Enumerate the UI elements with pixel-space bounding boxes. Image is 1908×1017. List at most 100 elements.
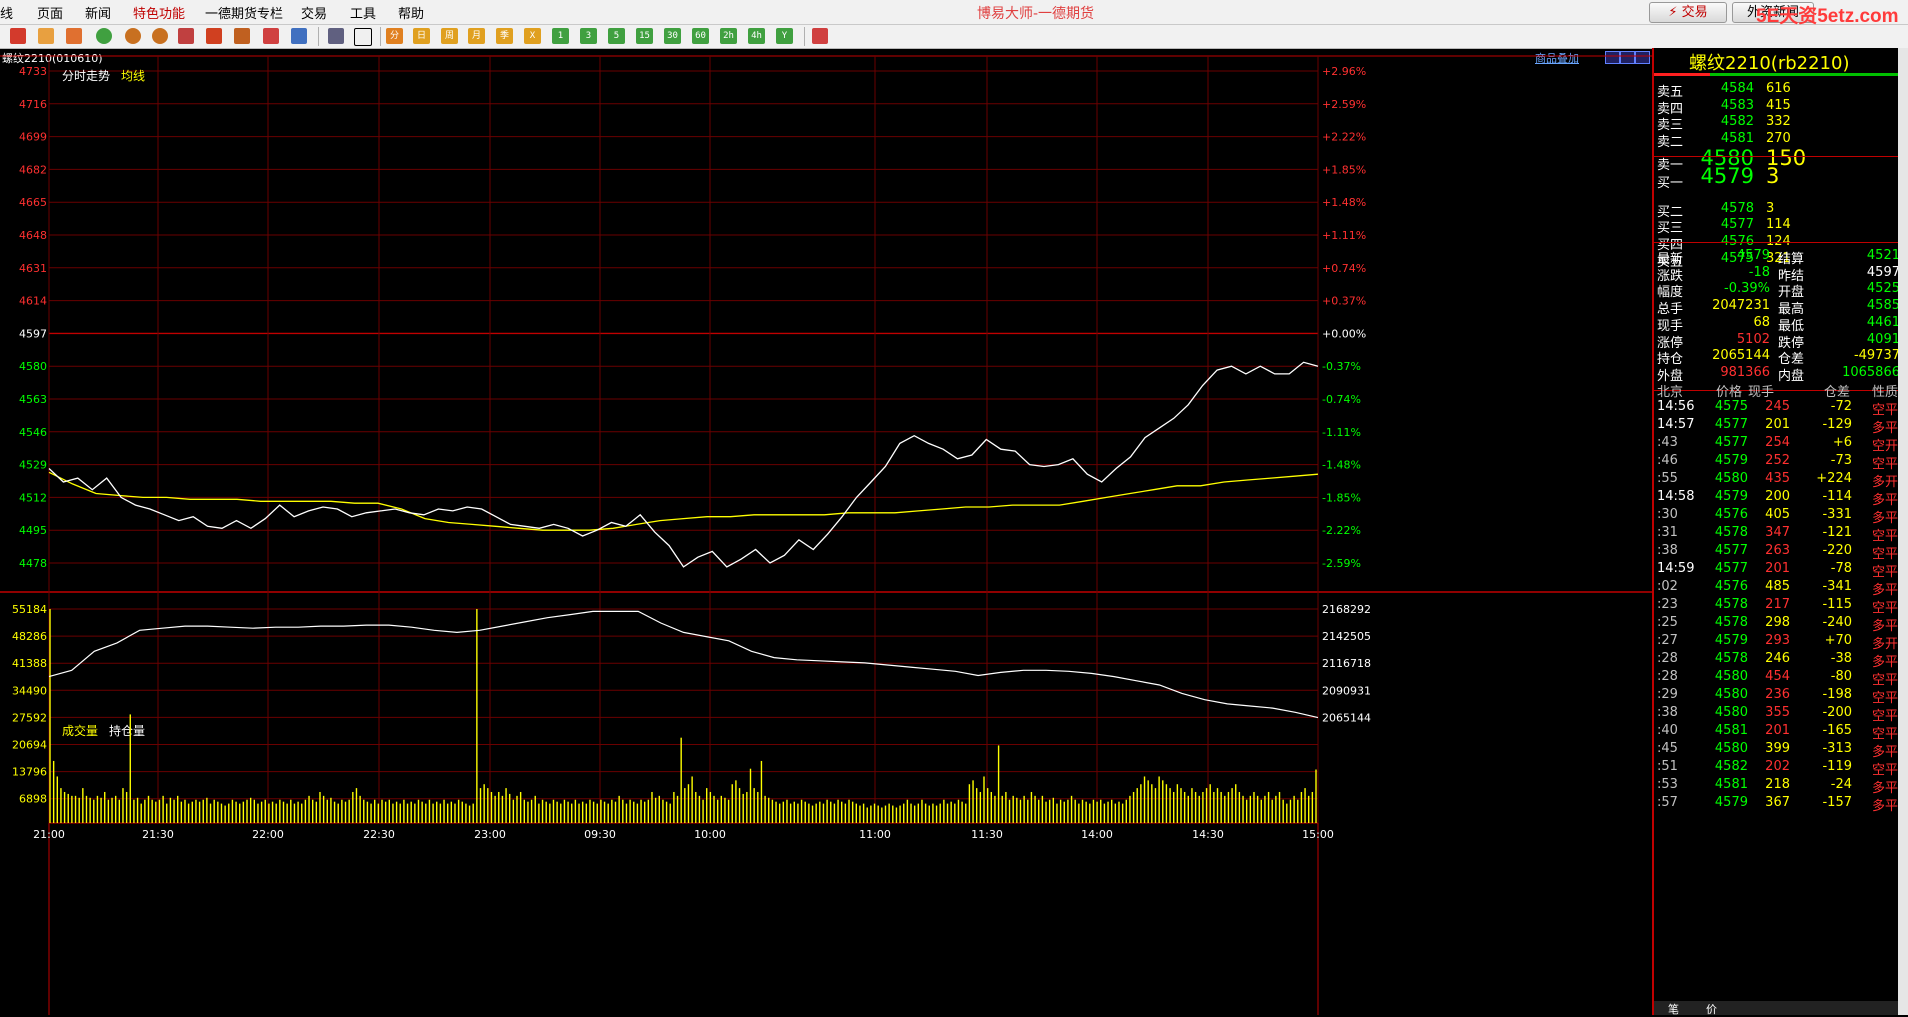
tick-price: 4576: [1714, 579, 1748, 594]
tick-nature: 多平: [1872, 421, 1899, 436]
price-tick-label: 4512: [19, 491, 47, 504]
side-tabs[interactable]: [1898, 48, 1908, 1015]
trend-chart-icon[interactable]: [354, 28, 372, 46]
brush-icon[interactable]: [234, 28, 250, 44]
pct-tick-label: -2.22%: [1322, 524, 1361, 537]
tick-nature: 空平: [1872, 691, 1899, 706]
period-week-icon[interactable]: 周: [441, 28, 458, 44]
period-15min-icon[interactable]: 15: [636, 28, 653, 44]
period-year-icon[interactable]: X: [524, 28, 541, 44]
tick-vol: 202: [1765, 759, 1790, 774]
filter-icon[interactable]: [263, 28, 279, 44]
page-icon[interactable]: [38, 28, 54, 44]
price-tick-label: 4580: [19, 360, 47, 373]
tick-price: 4578: [1714, 525, 1748, 540]
tick-nature: 空开: [1872, 439, 1899, 454]
tick-nature: 空平: [1872, 565, 1899, 580]
trade-button[interactable]: ⚡ 交易: [1649, 2, 1727, 23]
tick-time: :53: [1657, 777, 1678, 792]
zoom-in-icon[interactable]: [125, 28, 141, 44]
stat-value: 4525: [1866, 281, 1900, 297]
tick-vol: 485: [1765, 579, 1790, 594]
tick-price: 4577: [1714, 435, 1748, 450]
tick-price: 4580: [1714, 471, 1748, 486]
bid-vol: 3: [1766, 164, 1780, 188]
axis-labels: 4733 +2.96% 4716 +2.59% 4699 +2.22% 4682 +1.85%…: [12, 65, 1371, 841]
period-custom-icon[interactable]: Y: [776, 28, 793, 44]
tick-vol: 293: [1765, 633, 1790, 648]
tick-price: 4580: [1714, 705, 1748, 720]
menu-item-page[interactable]: 页面: [37, 3, 63, 22]
period-tick-icon[interactable]: 分: [386, 28, 403, 44]
stat-value: 4585: [1866, 298, 1900, 314]
menu-item-tools[interactable]: 工具: [350, 3, 376, 22]
period-day-icon[interactable]: 日: [413, 28, 430, 44]
intraday-chart[interactable]: 4733 +2.96% 4716 +2.59% 4699 +2.22% 4682 +1.85%…: [0, 48, 1652, 1015]
quote-panel: 螺纹2210(rb2210) 卖五 4584 616 卖四 4583 415 卖三 4582 3…: [1652, 48, 1908, 1016]
price-tick-label: 4699: [19, 131, 47, 144]
price-tick-label: 4665: [19, 196, 47, 209]
vol-tick-label: 27592: [12, 711, 47, 724]
period-3min-icon[interactable]: 3: [580, 28, 597, 44]
oi-tick-label: 2090931: [1322, 684, 1371, 697]
stat-value: -0.39%: [1724, 281, 1770, 297]
period-30min-icon[interactable]: 30: [664, 28, 681, 44]
tick-nature: 多平: [1872, 745, 1899, 760]
menu-item-help[interactable]: 帮助: [398, 3, 424, 22]
quote-title: 螺纹2210(rb2210): [1689, 53, 1850, 74]
menu-item-trade[interactable]: 交易: [301, 3, 327, 22]
window-icon[interactable]: [178, 28, 194, 44]
period-5min-icon[interactable]: 5: [608, 28, 625, 44]
tick-vol: 201: [1765, 723, 1790, 738]
tick-nature: 多开: [1872, 475, 1899, 490]
tick-time: :23: [1657, 597, 1678, 612]
tick-time: :28: [1657, 651, 1678, 666]
tick-time: :57: [1657, 795, 1678, 810]
period-month-icon[interactable]: 月: [468, 28, 485, 44]
period-quarter-icon[interactable]: 季: [496, 28, 513, 44]
tick-vol: 254: [1765, 435, 1790, 450]
tick-oi-change: -115: [1822, 597, 1852, 612]
tick-nature: 空平: [1872, 709, 1899, 724]
home-icon[interactable]: [10, 28, 26, 44]
tick-time: :29: [1657, 687, 1678, 702]
tick-header: 现手: [1748, 385, 1775, 400]
pct-tick-label: -0.37%: [1322, 360, 1361, 373]
menu-item-features[interactable]: 特色功能: [133, 3, 185, 22]
bid-label: 买一: [1657, 176, 1684, 191]
menu-item-column[interactable]: 一德期货专栏: [205, 3, 283, 22]
menu-item-line[interactable]: 线: [0, 3, 13, 22]
tick-time: :51: [1657, 759, 1678, 774]
period-60min-icon[interactable]: 60: [692, 28, 709, 44]
refresh-icon[interactable]: [96, 28, 112, 44]
period-4h-icon[interactable]: 4h: [748, 28, 765, 44]
pen-icon[interactable]: [206, 28, 222, 44]
tick-nature: 多平: [1872, 655, 1899, 670]
tick-oi-change: -73: [1830, 453, 1852, 468]
news-icon[interactable]: [66, 28, 82, 44]
period-2h-icon[interactable]: 2h: [720, 28, 737, 44]
time-tick-label: 11:30: [971, 828, 1003, 841]
menu-item-news[interactable]: 新闻: [85, 3, 111, 22]
app-title: 博易大师-一德期货: [977, 6, 1095, 22]
pct-tick-label: +2.96%: [1322, 65, 1366, 78]
tab-avg[interactable]: 均线: [121, 69, 145, 83]
tick-vol: 201: [1765, 561, 1790, 576]
tick-header: 北京: [1657, 385, 1684, 400]
bid-price: 4578: [1720, 200, 1754, 216]
zoom-out-icon[interactable]: [152, 28, 168, 44]
tick-oi-change: -313: [1822, 741, 1852, 756]
ask-price: 4581: [1720, 131, 1754, 147]
period-1min-icon[interactable]: 1: [552, 28, 569, 44]
oi-tick-label: 2142505: [1322, 630, 1371, 643]
vol-tick-label: 34490: [12, 684, 47, 697]
pct-tick-label: +2.22%: [1322, 131, 1366, 144]
calculator-icon[interactable]: [812, 28, 828, 44]
price-tick-label: 4733: [19, 65, 47, 78]
tick-nature: 多平: [1872, 493, 1899, 508]
tab-trend[interactable]: 分时走势: [62, 69, 110, 83]
tick-vol: 405: [1765, 507, 1790, 522]
chart-tool-icon[interactable]: [291, 28, 307, 44]
tick-oi-change: -119: [1822, 759, 1852, 774]
table-icon[interactable]: [328, 28, 344, 44]
